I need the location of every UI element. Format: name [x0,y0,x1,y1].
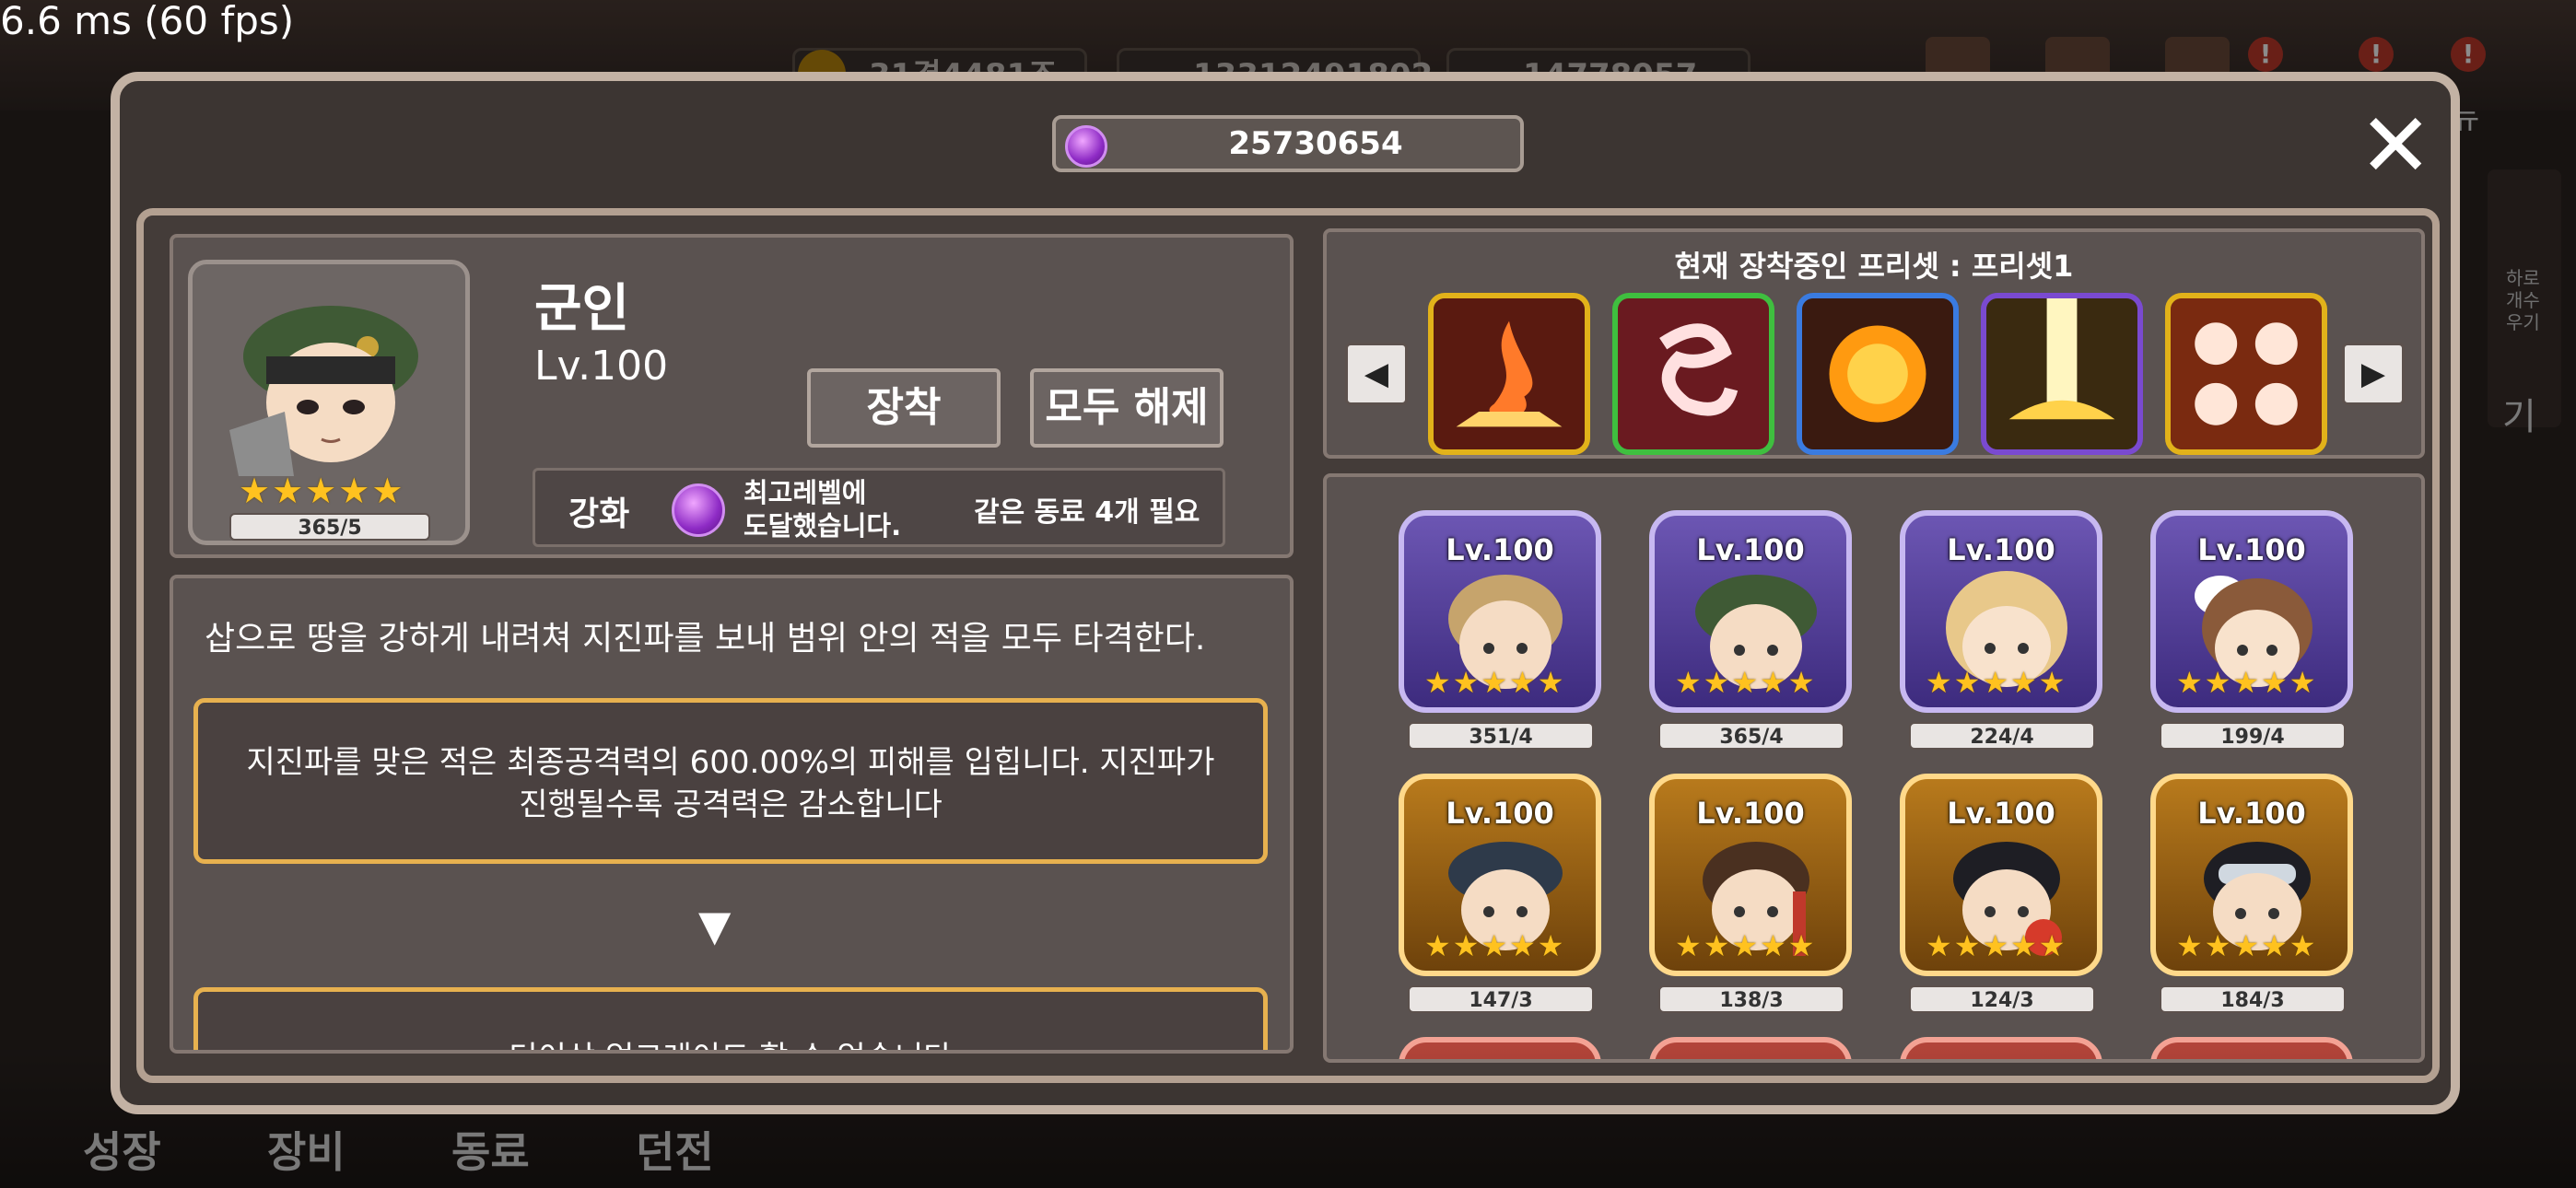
skill-description-panel: 삽으로 땅을 강하게 내려쳐 지진파를 보내 범위 안의 적을 모두 타격한다.… [170,575,1294,1054]
preset-title: 현재 장착중인 프리셋 : 프리셋1 [1674,249,2074,284]
companion-count: 138/3 [1658,985,1844,1013]
max-level-message: 최고레벨에 도달했습니다. [744,477,902,542]
companion-count: 124/3 [1909,985,2095,1013]
character-portrait: ★ ★ ★ ★ ★ 365/5 [188,260,470,545]
close-icon: ✕ [2359,94,2433,197]
companion-count: 365/4 [1658,722,1844,750]
companion-card[interactable]: Lv.100 ★ ★ ★ ★ ★ [1649,510,1852,713]
vortex-slash-skill-icon[interactable] [1612,293,1774,455]
companion-card[interactable]: Lv.100 ★ ★ ★ ★ ★ [1900,774,2102,976]
enhance-gem-icon [672,483,725,537]
companion-stars: ★ ★ ★ ★ ★ [2176,665,2316,700]
character-level: Lv.100 [534,343,669,390]
companion-card[interactable]: Lv.100 ★ ★ ★ ★ ★ [2150,510,2353,713]
enhance-label[interactable]: 강화 [568,487,629,535]
companion-stars: ★ ★ ★ ★ ★ [2176,928,2316,963]
gem-currency-display: 25730654 [1052,115,1524,172]
companion-stars: ★ ★ ★ ★ ★ [1424,928,1564,963]
down-arrow-icon: ▼ [698,901,732,950]
companion-level: Lv.100 [1947,796,2055,831]
skill-detail-box: 지진파를 맞은 적은 최종공격력의 600.00%의 피해를 입힙니다. 지진파… [193,698,1268,864]
companion-level: Lv.100 [1446,532,1554,567]
companion-stars: ★ ★ ★ ★ ★ [1675,928,1815,963]
skill-description: 삽으로 땅을 강하게 내려쳐 지진파를 보내 범위 안의 적을 모두 타격한다. [205,620,1206,658]
gem-currency-value: 25730654 [1228,125,1403,162]
companion-stars: ★ ★ ★ ★ ★ [1675,665,1815,700]
companion-card[interactable]: Lv.100 ★ ★ ★ ★ ★ [1399,510,1601,713]
character-name: 군인 [534,279,630,339]
companion-card[interactable]: Lv.100 ★ ★ ★ ★ ★ [1649,774,1852,976]
companion-level: Lv.100 [2197,532,2306,567]
upgrade-status-box: 더이상 업그레이드 할 수 없습니다 [193,987,1268,1050]
enhance-box: 강화 최고레벨에 도달했습니다. 같은 동료 4개 필요 [533,468,1225,547]
companion-card[interactable]: Lv.100 ★ ★ ★ ★ ★ [1399,774,1601,976]
unequip-all-button[interactable]: 모두 해제 [1030,368,1224,448]
preset-prev-button[interactable]: ◀ [1345,343,1408,405]
fire-burst-skill-icon[interactable] [1428,293,1590,455]
companion-count: 184/3 [2160,985,2346,1013]
companion-count: 199/4 [2160,722,2346,750]
equip-button[interactable]: 장착 [807,368,1001,448]
light-pillar-skill-icon[interactable] [1981,293,2143,455]
companion-stars: ★ ★ ★ ★ ★ [1926,665,2066,700]
skill-detail-text: 지진파를 맞은 적은 최종공격력의 600.00%의 피해를 입힙니다. 지진파… [246,744,1215,823]
companion-card[interactable]: Lv.100 ★ ★ ★ ★ ★ [1900,510,2102,713]
companion-level: Lv.100 [1696,532,1805,567]
companion-count: 147/3 [1408,985,1594,1013]
companion-level: Lv.100 [1947,532,2055,567]
companion-card[interactable] [1399,1037,1601,1059]
companion-level: Lv.100 [1446,796,1554,831]
left-arrow-icon: ◀ [1364,355,1389,392]
upgrade-status-text: 더이상 업그레이드 할 수 없습니다 [198,1032,1263,1050]
purple-gem-icon [1065,125,1107,168]
close-button[interactable]: ✕ [2359,101,2432,190]
preset-next-button[interactable]: ▶ [2342,343,2405,405]
companion-count: 351/4 [1408,722,1594,750]
companion-card[interactable] [1649,1037,1852,1059]
required-duplicates-text: 같은 동료 4개 필요 [974,496,1200,529]
companion-count: 224/4 [1909,722,2095,750]
punch-barrage-skill-icon[interactable] [2165,293,2327,455]
companion-level: Lv.100 [2197,796,2306,831]
companion-card[interactable] [1900,1037,2102,1059]
companion-card[interactable] [2150,1037,2353,1059]
right-arrow-icon: ▶ [2360,355,2386,392]
character-count: 365/5 [229,513,430,541]
companion-level: Lv.100 [1696,796,1805,831]
fps-counter: 6.6 ms (60 fps) [0,0,295,43]
companion-stars: ★ ★ ★ ★ ★ [1926,928,2066,963]
sun-explosion-skill-icon[interactable] [1797,293,1959,455]
companion-card[interactable]: Lv.100 ★ ★ ★ ★ ★ [2150,774,2353,976]
companion-grid: Lv.100 ★ ★ ★ ★ ★ 351/4 Lv.100 ★ ★ ★ ★ ★ 365/4 Lv… [1323,473,2425,1063]
preset-panel: 현재 장착중인 프리셋 : 프리셋1 ◀ ▶ [1323,228,2425,459]
soldier-avatar-icon [229,306,418,476]
character-star-rating: ★ ★ ★ ★ ★ [239,471,404,511]
companion-stars: ★ ★ ★ ★ ★ [1424,665,1564,700]
